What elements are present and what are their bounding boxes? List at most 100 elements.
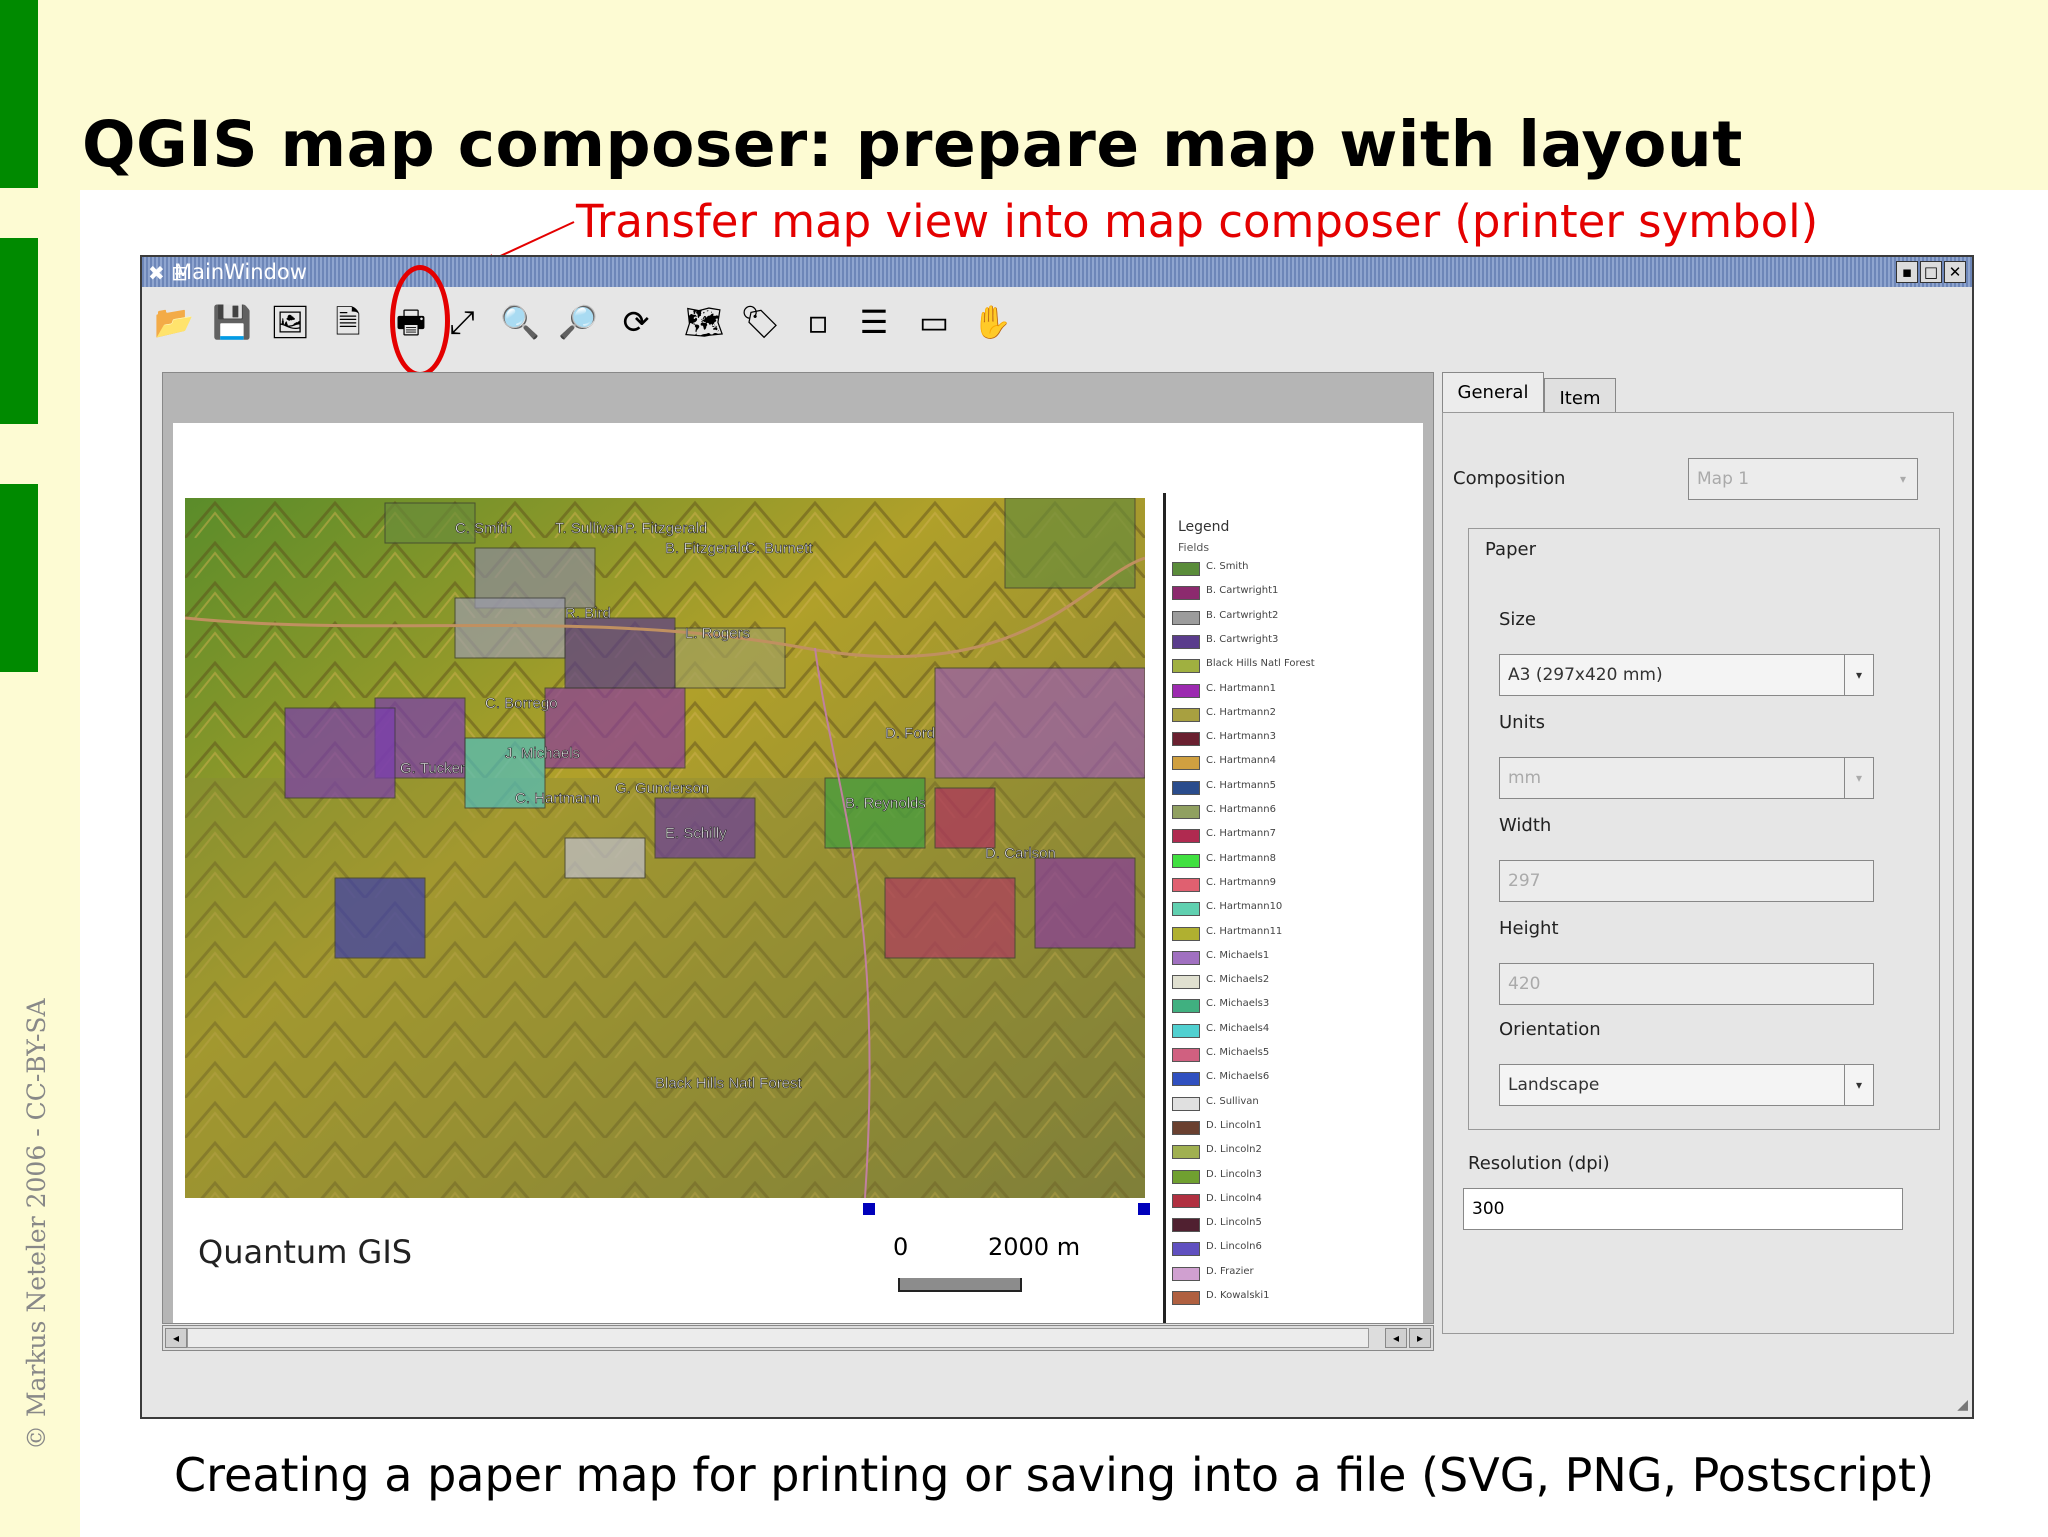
legend-item: C. Michaels4	[1172, 1021, 1392, 1041]
legend-item: C. Michaels3	[1172, 996, 1392, 1016]
legend-item-label: C. Michaels6	[1206, 1071, 1270, 1083]
legend-item: B. Cartwright1	[1172, 583, 1392, 603]
export-svg-icon[interactable]: 🗎	[326, 300, 370, 344]
add-label-icon[interactable]: 🏷	[738, 300, 782, 344]
legend-swatch	[1172, 780, 1200, 795]
legend-item-label: C. Hartmann6	[1206, 804, 1276, 815]
legend-swatch	[1172, 1023, 1200, 1038]
composition-select[interactable]: Map 1 ▾	[1688, 458, 1918, 500]
zoom-out-icon[interactable]: 🔎	[556, 300, 600, 344]
legend-item-label: C. Hartmann1	[1206, 682, 1276, 694]
pan-icon[interactable]: ✋	[970, 300, 1014, 344]
place-label: C. Smith	[455, 520, 513, 537]
composition-label: Composition	[1453, 468, 1566, 489]
chevron-down-icon[interactable]: ▾	[1844, 1065, 1873, 1105]
place-label: C. Hartmann	[515, 790, 600, 807]
legend-item-label: C. Hartmann5	[1206, 779, 1276, 791]
legend-item: B. Cartwright2	[1172, 608, 1392, 628]
legend-swatch	[1172, 877, 1200, 892]
paper-group-label: Paper	[1485, 539, 1536, 560]
chevron-down-icon[interactable]: ▾	[1844, 655, 1873, 695]
legend-item: C. Hartmann7	[1172, 826, 1392, 846]
zoom-in-icon[interactable]: 🔍	[498, 300, 542, 344]
legend-item: C. Hartmann8	[1172, 851, 1392, 871]
minimize-button[interactable]: ▪	[1896, 261, 1918, 283]
chevron-down-icon[interactable]: ▾	[1889, 459, 1917, 499]
selection-handle[interactable]	[863, 1203, 875, 1215]
add-map-icon[interactable]: 🗺	[682, 300, 726, 344]
map-legend[interactable]: Legend Fields C. Smith B. Cartwright1 B. C…	[1163, 493, 1396, 1323]
save-icon[interactable]: 💾	[210, 300, 254, 344]
field-parcel	[564, 837, 646, 879]
legend-item-label: D. Kowalski1	[1206, 1290, 1270, 1301]
legend-swatch	[1172, 1096, 1200, 1111]
orientation-value: Landscape	[1508, 1075, 1600, 1095]
open-icon[interactable]: 📂	[152, 300, 196, 344]
place-label: C. Borrego	[485, 695, 558, 712]
legend-swatch	[1172, 853, 1200, 868]
legend-swatch	[1172, 1072, 1200, 1087]
resolution-label: Resolution (dpi)	[1468, 1153, 1610, 1174]
legend-swatch	[1172, 1048, 1200, 1062]
scrollbar-thumb[interactable]	[187, 1328, 1369, 1348]
legend-swatch	[1172, 902, 1200, 917]
legend-item: D. Frazier	[1172, 1264, 1392, 1284]
legend-item: C. Hartmann3	[1172, 729, 1392, 749]
legend-item-label: D. Lincoln2	[1206, 1144, 1262, 1156]
units-select[interactable]: mm ▾	[1499, 757, 1874, 799]
resize-grip-icon[interactable]: ◢	[1957, 1397, 1968, 1413]
legend-item-label: C. Michaels2	[1206, 974, 1270, 986]
scale-bar[interactable]: 0 2000 m	[893, 1233, 1093, 1313]
legend-item-label: D. Lincoln6	[1206, 1241, 1262, 1253]
legend-title: Legend	[1178, 519, 1230, 535]
width-value: 297	[1508, 871, 1541, 891]
legend-item-label: Black Hills Natl Forest	[1206, 658, 1315, 670]
scroll-left-icon[interactable]: ◂	[1385, 1328, 1407, 1348]
chevron-down-icon[interactable]: ▾	[1844, 758, 1873, 798]
slide-caption: Creating a paper map for printing or sav…	[174, 1448, 1935, 1502]
tab-item[interactable]: Item	[1544, 378, 1616, 413]
composer-canvas[interactable]: C. Smith T. Sullivan P. Fitzgerald B. Fitzg…	[162, 372, 1434, 1324]
legend-swatch	[1172, 634, 1200, 649]
map-title-label[interactable]: Quantum GIS	[198, 1233, 412, 1271]
legend-item-label: D. Lincoln4	[1206, 1192, 1262, 1204]
close-button[interactable]: ✕	[1944, 261, 1966, 283]
legend-swatch	[1172, 707, 1200, 722]
refresh-icon[interactable]: ⟳	[614, 300, 658, 344]
place-label: G. Gunderson	[615, 780, 709, 797]
horizontal-scrollbar[interactable]: ◂ ◂ ▸	[162, 1325, 1434, 1351]
add-image-icon[interactable]: ▫	[796, 300, 840, 344]
scroll-right-icon[interactable]: ▸	[1409, 1328, 1431, 1348]
add-scalebar-icon[interactable]: ▭	[912, 300, 956, 344]
size-select[interactable]: A3 (297x420 mm) ▾	[1499, 654, 1874, 696]
legend-item: D. Kowalski1	[1172, 1288, 1392, 1308]
scroll-left-icon[interactable]: ◂	[165, 1328, 187, 1348]
legend-swatch	[1172, 829, 1200, 844]
legend-item: C. Smith	[1172, 559, 1392, 579]
selection-handle[interactable]	[1138, 1203, 1150, 1215]
copyright-notice: © Markus Neteler 2006 - CC-BY-SA	[22, 998, 51, 1450]
legend-item-label: C. Hartmann8	[1206, 852, 1276, 864]
maximize-button[interactable]: □	[1920, 261, 1942, 283]
tab-general[interactable]: General	[1442, 372, 1544, 413]
paper-group: Paper Size A3 (297x420 mm) ▾ Units mm ▾ …	[1468, 528, 1940, 1130]
resolution-input[interactable]: 300	[1463, 1188, 1903, 1230]
scale-bar-segment	[898, 1278, 1022, 1292]
orientation-select[interactable]: Landscape ▾	[1499, 1064, 1874, 1106]
legend-swatch	[1172, 1193, 1200, 1208]
height-value: 420	[1508, 974, 1541, 994]
width-input[interactable]: 297	[1499, 860, 1874, 902]
legend-item-label: D. Frazier	[1206, 1265, 1254, 1277]
legend-item-label: C. Michaels5	[1206, 1047, 1270, 1058]
height-input[interactable]: 420	[1499, 963, 1874, 1005]
add-legend-icon[interactable]: ☰	[852, 300, 896, 344]
legend-item: C. Hartmann2	[1172, 705, 1392, 725]
legend-swatch	[1172, 1218, 1200, 1233]
legend-item: C. Michaels2	[1172, 972, 1392, 992]
legend-item-label: C. Michaels1	[1206, 949, 1270, 961]
place-label: Black Hills Natl Forest	[655, 1075, 803, 1092]
legend-item: C. Hartmann4	[1172, 753, 1392, 773]
map-item[interactable]: C. Smith T. Sullivan P. Fitzgerald B. Fitzg…	[185, 498, 1145, 1198]
export-image-icon[interactable]: 🖼	[268, 300, 312, 344]
legend-item: D. Lincoln3	[1172, 1167, 1392, 1187]
